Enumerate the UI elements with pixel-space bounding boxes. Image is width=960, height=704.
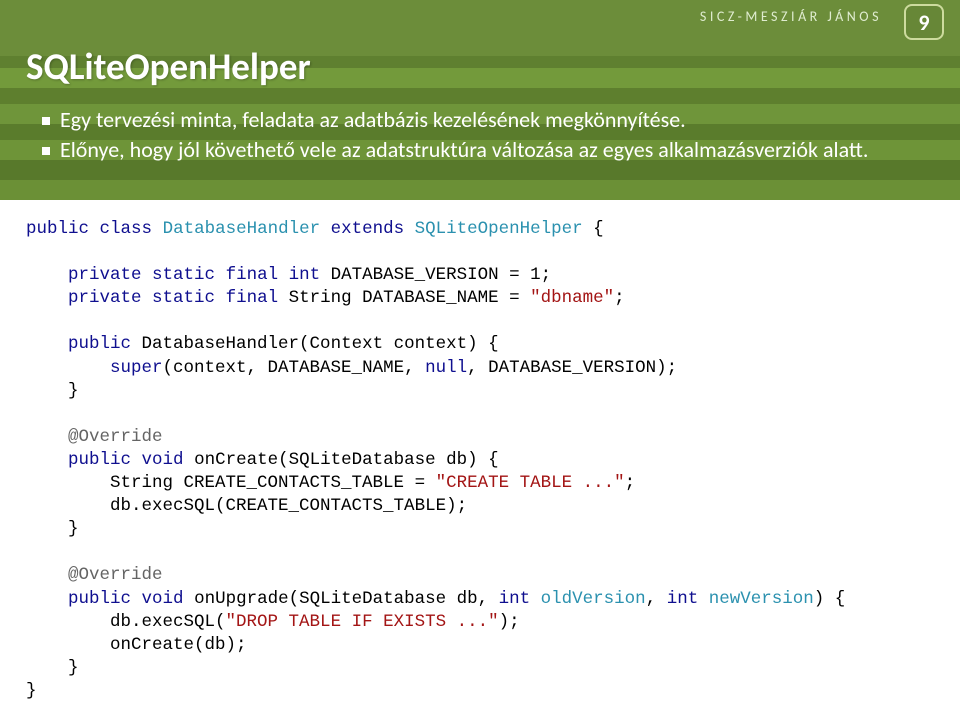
code-keyword: private <box>26 288 142 308</box>
code-keyword: static <box>152 288 215 308</box>
author-label: SICZ-MESZIÁR JÁNOS <box>700 8 882 25</box>
bullet-text: Előnye, hogy jól követhető vele az adats… <box>60 137 934 163</box>
code-param: oldVersion <box>541 589 646 609</box>
page-title: SQLiteOpenHelper <box>26 44 934 89</box>
code-string: "dbname" <box>530 288 614 308</box>
code-keyword: int <box>667 589 699 609</box>
code-keyword: public <box>26 450 131 470</box>
code-type: SQLiteOpenHelper <box>415 219 583 239</box>
bullet-marker-icon <box>42 117 50 125</box>
code-keyword: public <box>26 219 89 239</box>
slide-header: SICZ-MESZIÁR JÁNOS 9 SQLiteOpenHelper Eg… <box>0 0 960 200</box>
bullet-marker-icon <box>42 147 50 155</box>
bullet-text: Egy tervezési minta, feladata az adatbáz… <box>60 107 934 133</box>
bullet-item: Előnye, hogy jól követhető vele az adats… <box>42 137 934 163</box>
code-keyword: public <box>26 589 131 609</box>
page-number-badge: 9 <box>904 4 944 40</box>
bullet-item: Egy tervezési minta, feladata az adatbáz… <box>42 107 934 133</box>
code-string: "CREATE TABLE ..." <box>436 473 625 493</box>
code-block: public class DatabaseHandler extends SQL… <box>0 200 960 703</box>
code-keyword: super <box>26 358 163 378</box>
code-annotation: @Override <box>26 565 163 585</box>
code-type: DatabaseHandler <box>163 219 321 239</box>
code-keyword: public <box>26 334 131 354</box>
code-keyword: final <box>226 288 279 308</box>
code-keyword: int <box>499 589 531 609</box>
code-keyword: extends <box>331 219 405 239</box>
code-keyword: static <box>152 265 215 285</box>
code-string: "DROP TABLE IF EXISTS ..." <box>226 612 499 632</box>
code-param: newVersion <box>709 589 814 609</box>
code-keyword: void <box>142 589 184 609</box>
code-annotation: @Override <box>26 427 163 447</box>
code-keyword: null <box>425 358 467 378</box>
bullet-list: Egy tervezési minta, feladata az adatbáz… <box>26 107 934 164</box>
code-keyword: int <box>289 265 321 285</box>
code-keyword: void <box>142 450 184 470</box>
code-keyword: final <box>226 265 279 285</box>
code-keyword: class <box>100 219 153 239</box>
code-keyword: private <box>26 265 142 285</box>
